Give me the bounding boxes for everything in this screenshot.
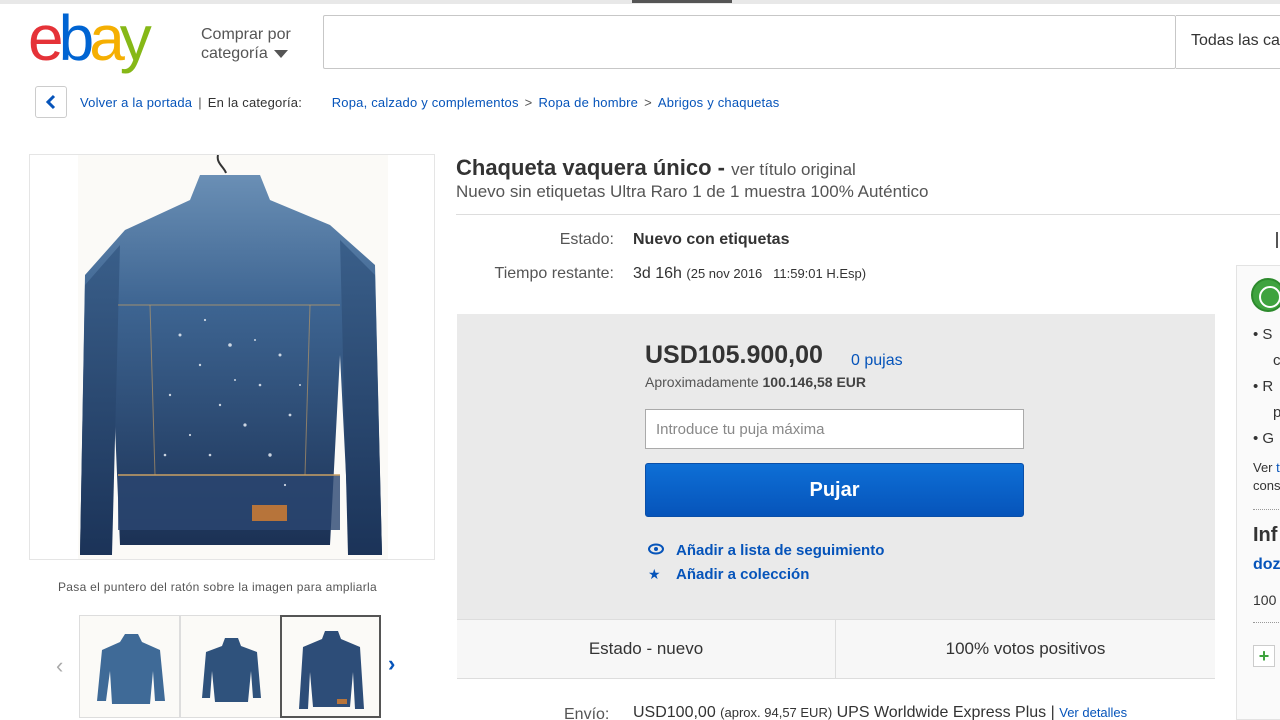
breadcrumb-item-men[interactable]: Ropa de hombre	[538, 95, 638, 110]
denim-jacket-image	[78, 155, 388, 559]
jacket-thumbnail-image	[282, 617, 379, 716]
thumbnail-3[interactable]	[280, 615, 381, 718]
protection-bullet-2: • R	[1253, 378, 1274, 395]
feedback-stat: 100% votos positivos	[945, 639, 1106, 658]
shop-by-label-line2: categoría	[201, 45, 268, 62]
seller-info-heading: Inf	[1253, 524, 1278, 546]
condition-value: Nuevo con etiquetas	[633, 231, 790, 248]
thumbnail-2[interactable]	[180, 615, 281, 718]
shipping-service: UPS Worldwide Express Plus |	[836, 704, 1055, 720]
eye-icon	[648, 542, 668, 558]
shop-by-category-button[interactable]: Comprar por categoría	[201, 25, 291, 63]
breadcrumb-separator: >	[644, 95, 652, 110]
star-icon: ★	[648, 566, 661, 582]
time-left-label: Tiempo restante:	[494, 265, 614, 282]
category-select[interactable]: Todas las categorías	[1176, 15, 1280, 69]
title-divider	[456, 214, 1280, 215]
item-subtitle: Nuevo sin etiquetas Ultra Raro 1 de 1 mu…	[456, 182, 929, 201]
follow-seller-plus-icon[interactable]: +	[1253, 645, 1275, 667]
protection-bullet-3: • G	[1253, 430, 1275, 447]
shipping-price: USD100,00	[633, 704, 716, 720]
sidebar-divider	[1253, 622, 1280, 623]
breadcrumb-item-clothing[interactable]: Ropa, calzado y complementos	[332, 95, 519, 110]
logo-letter-b: b	[58, 2, 95, 74]
current-price: USD105.900,00	[645, 341, 823, 369]
chevron-down-icon	[273, 49, 288, 58]
jacket-thumbnail-image	[80, 616, 179, 717]
main-product-image[interactable]	[29, 154, 435, 560]
ebay-logo[interactable]: ebay	[28, 2, 152, 74]
condition-label: Estado:	[559, 231, 614, 248]
thumbnail-next-arrow[interactable]: ›	[388, 651, 395, 677]
approx-label: Aproximadamente	[645, 374, 759, 390]
breadcrumb-separator: >	[524, 95, 533, 110]
shipping-value: USD100,00 (aprox. 94,57 EUR) UPS Worldwi…	[633, 704, 1127, 720]
auction-end-date: (25 nov 2016 11:59:01 H.Esp)	[686, 266, 867, 281]
chevron-left-icon	[45, 94, 56, 110]
item-title-text: Chaqueta vaquera único -	[456, 155, 725, 180]
sidebar-edge-mark	[1276, 232, 1278, 248]
shop-by-label-line1: Comprar por	[201, 26, 291, 43]
approx-price: Aproximadamente 100.146,58 EUR	[645, 374, 866, 390]
seller-name-link[interactable]: doz	[1253, 556, 1280, 574]
condition-stat: Estado - nuevo	[457, 620, 836, 678]
add-to-watchlist-label: Añadir a lista de seguimiento	[676, 542, 885, 559]
shipping-label: Envío:	[564, 706, 610, 720]
buyer-protection-panel: • S c • R p • G Ver t cons Inf doz 100 +	[1236, 265, 1280, 720]
logo-letter-e: e	[28, 2, 64, 74]
jacket-thumbnail-image	[181, 616, 280, 717]
handshake-badge-icon	[1251, 278, 1280, 312]
browser-tab-indicator	[632, 0, 732, 3]
breadcrumb-divider: |	[198, 95, 202, 110]
browser-top-strip	[0, 0, 1280, 4]
shipping-details-link[interactable]: Ver detalles	[1059, 705, 1127, 720]
time-left-value: 3d 16h (25 nov 2016 11:59:01 H.Esp)	[633, 265, 866, 283]
time-left-duration: 3d 16h	[633, 265, 682, 282]
thumbnail-1[interactable]	[79, 615, 180, 718]
approx-value: 100.146,58 EUR	[762, 374, 867, 390]
protection-bullet-1: • S	[1253, 326, 1273, 343]
protection-bullet-1-cont: c	[1273, 352, 1280, 369]
add-to-watchlist-link[interactable]: Añadir a lista de seguimiento	[648, 542, 884, 559]
view-original-title-link[interactable]: ver título original	[731, 160, 856, 179]
max-bid-input[interactable]	[645, 409, 1024, 449]
add-to-collection-label: Añadir a colección	[676, 566, 810, 583]
logo-letter-a: a	[89, 2, 125, 74]
back-button[interactable]	[35, 86, 67, 118]
thumbnail-prev-arrow[interactable]: ‹	[56, 653, 63, 679]
item-title: Chaqueta vaquera único - ver título orig…	[456, 155, 856, 181]
search-input[interactable]	[323, 15, 1176, 69]
add-to-collection-link[interactable]: ★ Añadir a colección	[648, 566, 809, 583]
protection-see-terms-cont: cons	[1253, 478, 1280, 493]
breadcrumb: Volver a la portada | En la categoría: Rop…	[80, 95, 780, 110]
back-to-home-link[interactable]: Volver a la portada	[80, 95, 192, 110]
shipping-approx: (aprox. 94,57 EUR)	[720, 705, 833, 720]
seller-stats-row: Estado - nuevo 100% votos positivos	[457, 619, 1215, 679]
place-bid-button[interactable]: Pujar	[645, 463, 1024, 517]
seller-feedback: 100	[1253, 592, 1277, 608]
protection-bullet-2-cont: p	[1273, 404, 1280, 421]
sidebar-divider	[1253, 509, 1280, 510]
bid-count-link[interactable]: 0 pujas	[851, 352, 903, 370]
image-hover-hint: Pasa el puntero del ratón sobre la image…	[58, 580, 377, 594]
protection-see-terms[interactable]: Ver t	[1253, 460, 1280, 475]
category-label: En la categoría:	[207, 95, 303, 110]
logo-letter-y: y	[119, 2, 152, 74]
breadcrumb-item-coats[interactable]: Abrigos y chaquetas	[658, 95, 780, 110]
